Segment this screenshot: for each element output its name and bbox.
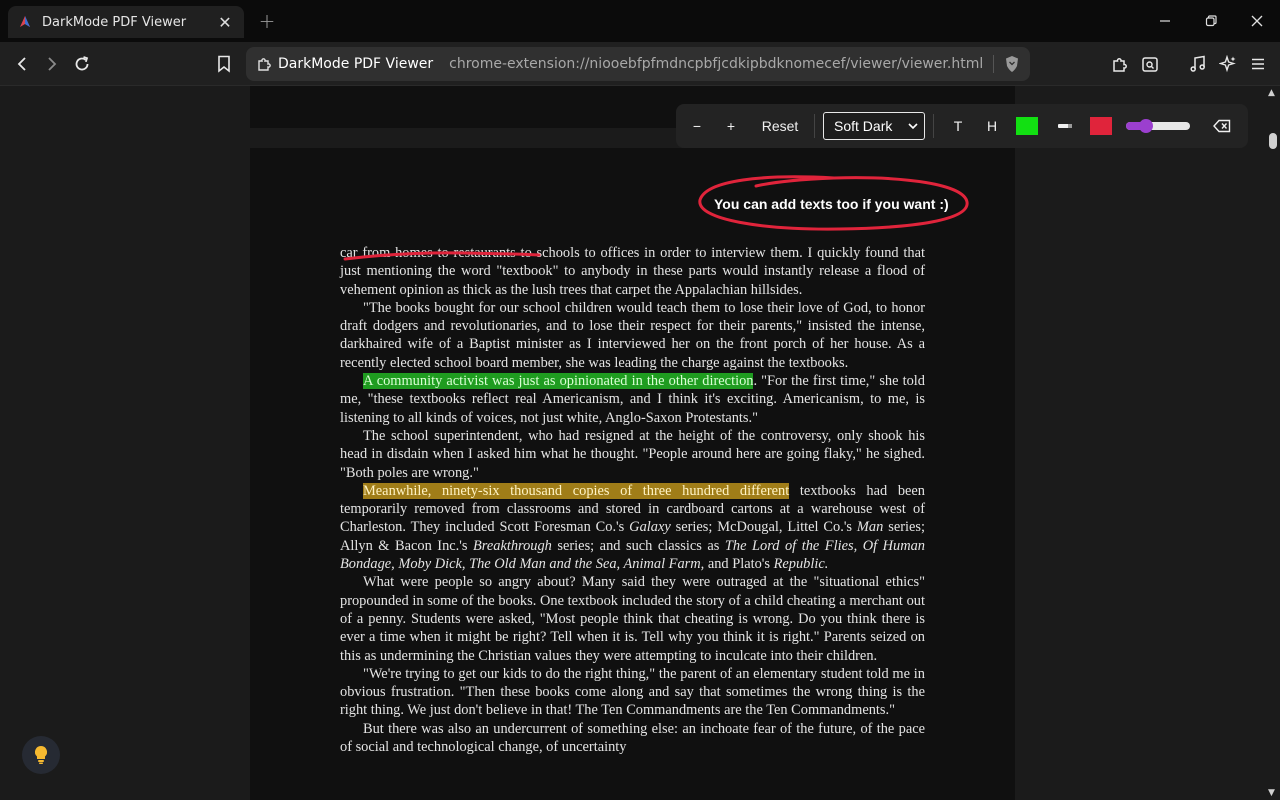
paragraph-text: series; McDougal, Littel Co.'s: [670, 519, 857, 536]
divider: [933, 114, 934, 138]
italic-title: Man: [856, 519, 884, 536]
media-music-icon[interactable]: [1184, 50, 1212, 78]
ink-underline-annotation[interactable]: [343, 249, 543, 263]
minimize-icon[interactable]: [1142, 0, 1188, 42]
tips-button[interactable]: [22, 736, 60, 774]
menu-icon[interactable]: [1244, 50, 1272, 78]
lightbulb-icon: [34, 745, 48, 764]
omnibox-divider: [993, 55, 994, 73]
divider: [814, 114, 815, 138]
stroke-width-slider[interactable]: [1126, 116, 1190, 136]
ink-color-swatch[interactable]: [1090, 117, 1112, 135]
added-text-annotation[interactable]: You can add texts too if you want :): [714, 196, 949, 212]
vertical-scrollbar[interactable]: ▲ ▼: [1266, 86, 1280, 800]
paragraph: "The books bought for our school childre…: [340, 299, 925, 371]
zoom-out-button[interactable]: −: [686, 112, 708, 140]
tab-active[interactable]: DarkMode PDF Viewer ✕: [8, 6, 244, 38]
wallet-search-icon[interactable]: [1136, 50, 1164, 78]
reload-icon[interactable]: [68, 50, 96, 78]
highlight-color-swatch[interactable]: [1016, 117, 1038, 135]
extensions-icon[interactable]: [1106, 50, 1134, 78]
omnibox-url[interactable]: chrome-extension://niooebfpfmdncpbfjcdki…: [449, 56, 983, 72]
close-window-icon[interactable]: [1234, 0, 1280, 42]
paragraph: Meanwhile, ninety-six thousand copies of…: [340, 482, 925, 573]
highlight-tool-button[interactable]: H: [980, 112, 1004, 140]
page-text: car from homes to restaurants to schools…: [340, 244, 925, 756]
new-tab-icon[interactable]: +: [256, 9, 278, 33]
viewer-controls: − + Reset Soft Dark T H: [676, 104, 1248, 148]
tab-title: DarkMode PDF Viewer: [42, 14, 187, 30]
yellow-highlight: Meanwhile, ninety-six thousand copies of…: [363, 482, 790, 499]
scrollbar-thumb[interactable]: [1269, 133, 1277, 149]
forward-icon[interactable]: [38, 50, 66, 78]
add-text-tool-button[interactable]: T: [946, 112, 970, 140]
omnibox-site-name: DarkMode PDF Viewer: [278, 56, 434, 72]
extension-puzzle-icon[interactable]: [256, 56, 272, 72]
scroll-down-icon[interactable]: ▼: [1268, 788, 1275, 798]
paragraph: What were people so angry about? Many sa…: [340, 574, 925, 664]
ink-draw-tool-icon[interactable]: [1052, 112, 1078, 140]
eraser-icon[interactable]: [1210, 112, 1234, 140]
paragraph: A community activist was just as opinion…: [340, 372, 925, 427]
zoom-in-button[interactable]: +: [720, 112, 742, 140]
paragraph-text: and Plato's: [704, 556, 774, 573]
pdf-page: car from homes to restaurants to schools…: [250, 148, 1015, 800]
tab-close-icon[interactable]: ✕: [216, 13, 234, 32]
restore-icon[interactable]: [1188, 0, 1234, 42]
paragraph-text: series; and such classics as: [551, 537, 725, 554]
leo-ai-sparkle-icon[interactable]: [1214, 50, 1242, 78]
browser-toolbar: DarkMode PDF Viewer chrome-extension://n…: [0, 42, 1280, 86]
theme-select-value: Soft Dark: [834, 118, 893, 134]
italic-title: Republic.: [773, 556, 829, 573]
theme-select[interactable]: Soft Dark: [823, 112, 925, 140]
slider-thumb[interactable]: [1138, 119, 1153, 133]
pdf-viewer: car from homes to restaurants to schools…: [0, 86, 1280, 800]
paragraph: But there was also an undercurrent of so…: [340, 720, 925, 756]
back-icon[interactable]: [8, 50, 36, 78]
paragraph: "We're trying to get our kids to do the …: [340, 665, 925, 719]
green-highlight: A community activist was just as opinion…: [363, 373, 754, 390]
italic-title: Breakthrough: [473, 537, 552, 554]
address-bar[interactable]: DarkMode PDF Viewer chrome-extension://n…: [246, 47, 1030, 81]
italic-title: Galaxy: [629, 519, 671, 536]
pdf-viewer-favicon-icon: [20, 16, 30, 27]
bookmark-icon[interactable]: [210, 50, 238, 78]
tab-strip: DarkMode PDF Viewer ✕ +: [0, 0, 1280, 42]
reset-zoom-button[interactable]: Reset: [754, 112, 806, 140]
paragraph: The school superintendent, who had resig…: [340, 427, 925, 481]
scroll-up-icon[interactable]: ▲: [1268, 88, 1275, 98]
chevron-down-icon: [908, 123, 918, 130]
brave-shield-icon[interactable]: [1004, 55, 1020, 73]
